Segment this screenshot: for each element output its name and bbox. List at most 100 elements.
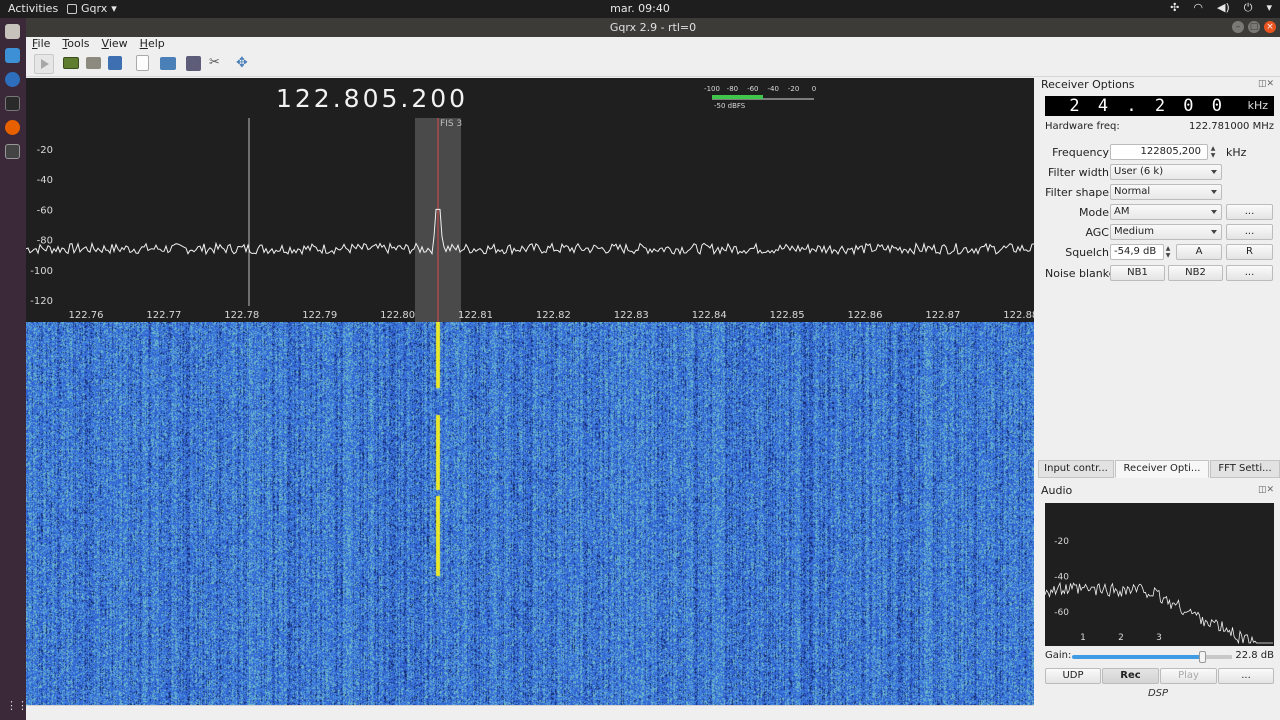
menu-tools[interactable]: Tools: [62, 37, 89, 51]
window-icon[interactable]: [186, 56, 201, 71]
power-icon: ⏻: [1243, 1, 1253, 14]
tools-icon[interactable]: ✂: [209, 56, 223, 70]
files-icon[interactable]: [5, 24, 20, 39]
activities-button[interactable]: Activities: [8, 2, 58, 15]
tab-receiver-options[interactable]: Receiver Opti...: [1115, 460, 1209, 478]
system-tray[interactable]: ✣ ◠ ◀) ⏻ ▾: [1170, 1, 1272, 15]
dropbox-icon[interactable]: ✣: [1170, 1, 1179, 15]
x-tick-label: 122.84: [692, 310, 727, 321]
play-button[interactable]: Play: [1160, 668, 1217, 684]
squelch-label: Squelch: [1065, 246, 1109, 259]
mode-select[interactable]: AM: [1110, 204, 1222, 220]
menu-view[interactable]: View: [102, 37, 128, 51]
audio-x-tick-label: 1: [1080, 633, 1086, 643]
gqrx-dock-icon[interactable]: [5, 144, 20, 159]
filter-width-select[interactable]: User (6 k): [1110, 164, 1222, 180]
audio-y-tick-label: -60: [1054, 608, 1069, 618]
dock: ⋮⋮: [0, 18, 28, 720]
waterfall-canvas[interactable]: [26, 322, 1034, 705]
firefox-icon[interactable]: [5, 120, 20, 135]
filter-width-label: Filter width: [1047, 166, 1109, 179]
center-frequency-display[interactable]: 122.805.200: [276, 84, 468, 113]
rec-button[interactable]: Rec: [1102, 668, 1159, 684]
waterfall-display[interactable]: [26, 322, 1034, 705]
app-menu[interactable]: Gqrx ▾: [67, 2, 117, 15]
meter-scale-label: -20: [788, 85, 799, 93]
y-tick-label: -60: [37, 205, 53, 216]
x-tick-label: 122.81: [458, 310, 493, 321]
chevron-down-icon: [1211, 190, 1217, 194]
hardware-freq-label: Hardware freq:: [1045, 121, 1120, 132]
image-viewer-icon[interactable]: [5, 48, 20, 63]
menu-help[interactable]: Help: [140, 37, 165, 51]
frequency-input[interactable]: 122805,200: [1110, 144, 1208, 160]
tab-input-controls[interactable]: Input contr...: [1038, 460, 1114, 478]
tab-fft-settings[interactable]: FFT Setti...: [1210, 460, 1280, 478]
spectrum-trace: [26, 208, 1034, 256]
chevron-down-icon: ▾: [1266, 1, 1272, 14]
y-tick-label: -20: [37, 145, 53, 156]
nb2-button[interactable]: NB2: [1168, 265, 1223, 281]
frequency-spinner[interactable]: ▲ ▼: [1209, 145, 1217, 159]
udp-button[interactable]: UDP: [1045, 668, 1101, 684]
mode-row: Mode AM ...: [1036, 204, 1280, 220]
audio-buttons: UDP Rec Play ...: [1045, 668, 1274, 684]
audio-options-button[interactable]: ...: [1218, 668, 1274, 684]
mode-options-button[interactable]: ...: [1226, 204, 1273, 220]
gain-label: Gain:: [1045, 650, 1072, 661]
screenshot-icon[interactable]: [160, 57, 176, 70]
open-folder-icon[interactable]: [86, 57, 101, 69]
save-icon[interactable]: [108, 56, 122, 70]
dock-tabs: Input contr... Receiver Opti... FFT Sett…: [1038, 460, 1280, 478]
bookmark-label[interactable]: FIS 3: [440, 119, 462, 129]
hardware-freq-row: Hardware freq: 122.781000 MHz: [1045, 121, 1274, 132]
window-title: Gqrx 2.9 - rtl=0: [609, 21, 697, 34]
dock-float-close-icon[interactable]: ◫✕: [1258, 79, 1274, 89]
start-dsp-button[interactable]: [34, 54, 54, 74]
audio-title: Audio: [1041, 484, 1073, 497]
status-bar: [26, 705, 1034, 720]
frequency-label: Frequency: [1052, 146, 1109, 159]
nb1-button[interactable]: NB1: [1110, 265, 1165, 281]
app-menu-label: Gqrx: [81, 2, 108, 15]
app-icon: [67, 3, 77, 14]
settings-icon[interactable]: [5, 72, 20, 87]
noise-blanker-options-button[interactable]: ...: [1226, 265, 1273, 281]
offset-lcd[interactable]: 2 4 . 2 0 0 kHz: [1045, 96, 1274, 116]
chevron-down-icon: [1211, 230, 1217, 234]
right-panel: Receiver Options ◫✕ 2 4 . 2 0 0 kHz Hard…: [1036, 78, 1280, 720]
audio-fft-plot[interactable]: -20 -40 -60 1 2 3: [1044, 503, 1274, 646]
window-title-bar[interactable]: Gqrx 2.9 - rtl=0 – □ ×: [26, 18, 1280, 37]
agc-select[interactable]: Medium: [1110, 224, 1222, 240]
squelch-reset-button[interactable]: R: [1226, 244, 1273, 260]
agc-options-button[interactable]: ...: [1226, 224, 1273, 240]
device-config-icon[interactable]: [63, 57, 79, 69]
squelch-input[interactable]: -54,9 dB: [1110, 244, 1164, 260]
minimize-button[interactable]: –: [1232, 21, 1244, 33]
audio-fft-svg: -20 -40 -60 1 2 3: [1044, 537, 1273, 645]
y-tick-label: -80: [37, 236, 53, 247]
clock[interactable]: mar. 09:40: [0, 2, 1280, 15]
filter-shape-select[interactable]: Normal: [1110, 184, 1222, 200]
squelch-auto-button[interactable]: A: [1176, 244, 1222, 260]
terminal-icon[interactable]: [5, 96, 20, 111]
gain-slider-handle[interactable]: [1199, 651, 1207, 663]
y-tick-label: -40: [37, 175, 53, 186]
move-icon[interactable]: ✥: [236, 56, 251, 71]
receiver-options-title: Receiver Options: [1041, 78, 1135, 91]
show-apps-icon[interactable]: ⋮⋮: [6, 699, 28, 712]
filter-shape-row: Filter shape Normal: [1036, 184, 1280, 200]
wifi-icon: ◠: [1193, 1, 1203, 14]
menu-bar: File Tools View Help: [26, 37, 1280, 51]
menu-file[interactable]: File: [32, 37, 50, 51]
audio-y-tick-label: -20: [1054, 537, 1069, 547]
dock-float-close-icon[interactable]: ◫✕: [1258, 485, 1274, 495]
document-icon[interactable]: [136, 55, 149, 71]
squelch-spinner[interactable]: ▲ ▼: [1164, 245, 1172, 259]
close-button[interactable]: ×: [1264, 21, 1276, 33]
gain-slider[interactable]: [1072, 655, 1232, 659]
maximize-button[interactable]: □: [1248, 21, 1260, 33]
offset-value: 2 4 . 2 0 0: [1069, 96, 1226, 116]
spectrum-svg[interactable]: -20 -40 -60 -80 -100 -120 122.76 122.77 122.78 12…: [26, 78, 1034, 322]
spectrum-plotter[interactable]: -20 -40 -60 -80 -100 -120 122.76 122.77 122.78 12…: [26, 78, 1034, 322]
